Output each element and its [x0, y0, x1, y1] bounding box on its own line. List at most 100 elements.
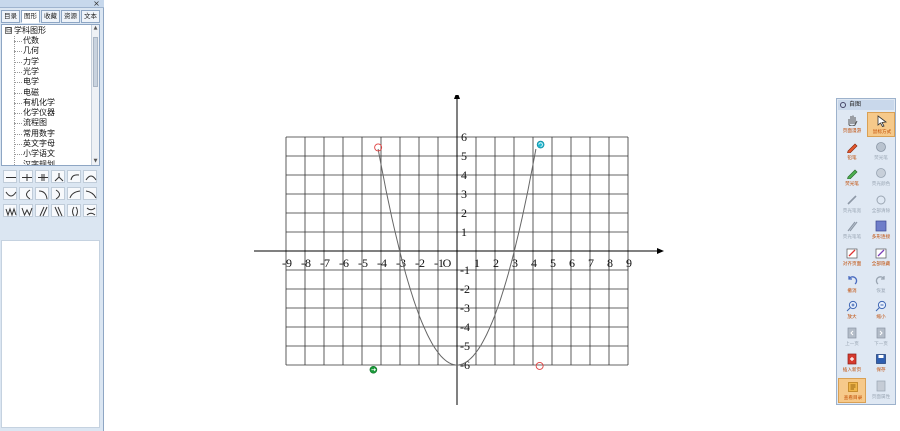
- scroll-down-icon[interactable]: ▼: [92, 158, 99, 165]
- toolbar-button-label: 多形连接: [871, 234, 891, 240]
- symbol-button[interactable]: [19, 170, 33, 183]
- toolbar-button-insert-page[interactable]: 插入新页: [838, 351, 866, 376]
- toolbar-button-cursor[interactable]: 鼠标方式: [867, 112, 895, 137]
- tree-item[interactable]: 几何: [23, 46, 39, 56]
- tab-2[interactable]: 收藏: [41, 10, 60, 23]
- tree-branch-line: [14, 133, 22, 135]
- w-shape-icon: [21, 207, 33, 217]
- symbol-button[interactable]: [35, 187, 49, 200]
- toolbar-button-palette[interactable]: 荧光颜色: [867, 165, 895, 190]
- toolbar-button-pen-width[interactable]: 荧光笔宽: [838, 192, 866, 217]
- toolbar-button-pencil[interactable]: 铅笔: [838, 139, 866, 164]
- tree-item[interactable]: 英文字母: [23, 139, 55, 149]
- symbol-button[interactable]: [67, 204, 81, 217]
- tree-item[interactable]: 有机化学: [23, 98, 55, 108]
- symbol-button[interactable]: [35, 170, 49, 183]
- y-tick-label: -4: [460, 320, 470, 334]
- toolbar-button-label: 放大: [847, 314, 857, 320]
- hide-icon: [875, 248, 887, 259]
- align-icon: [846, 248, 858, 259]
- symbol-button[interactable]: [3, 204, 17, 217]
- x-tick-label: -7: [320, 256, 330, 270]
- cross-tick-icon: [22, 174, 32, 181]
- toolbar-button-hand[interactable]: 页面漫游: [838, 112, 866, 137]
- symbol-button[interactable]: [3, 170, 17, 183]
- dash-line-icon: [6, 177, 16, 178]
- symbol-button[interactable]: [19, 187, 33, 200]
- toolbar-button-label: 对齐页面: [842, 261, 862, 266]
- symbol-button[interactable]: [35, 204, 49, 217]
- toolbar-button-zoom-out[interactable]: 缩小: [867, 298, 895, 323]
- tree-item[interactable]: 小学语文: [23, 149, 55, 159]
- toolbar-button-prev-page[interactable]: 上一页: [838, 325, 866, 350]
- close-icon[interactable]: ×: [92, 0, 101, 8]
- tab-4[interactable]: 文本: [81, 10, 100, 23]
- symbol-button[interactable]: [83, 204, 97, 217]
- toolbar-button-undo[interactable]: 撤消: [838, 272, 866, 297]
- rotate-handle-icon: [536, 140, 545, 149]
- tree-item[interactable]: 力学: [23, 57, 39, 67]
- y-tick-label: 5: [461, 149, 467, 163]
- tree-scrollbar[interactable]: ▲ ▼: [91, 25, 99, 165]
- tree-item[interactable]: 光学: [23, 67, 39, 77]
- y-axis-arrow: [454, 95, 460, 99]
- toolbar-button-label: 缩小: [876, 314, 886, 320]
- tree-branch-line: [14, 92, 22, 94]
- symbol-button[interactable]: [83, 187, 97, 200]
- symbol-button[interactable]: [83, 170, 97, 183]
- zoom-out-icon: [875, 301, 887, 312]
- left-panel-empty-area: [1, 240, 100, 428]
- scroll-up-icon[interactable]: ▲: [92, 25, 99, 32]
- toolbar-button-page-props[interactable]: 页面属性: [867, 378, 895, 403]
- toolbar-button-brush[interactable]: 荧光笔笔: [838, 218, 866, 243]
- toolbar-button-hide[interactable]: 全部隐藏: [867, 245, 895, 270]
- tab-3[interactable]: 资源: [61, 10, 80, 23]
- toolbar-button-label: 下一页: [874, 340, 888, 346]
- tree-item[interactable]: 常用数字: [23, 129, 55, 139]
- symbol-button[interactable]: [3, 187, 17, 200]
- tab-1[interactable]: 图形: [21, 10, 40, 23]
- toolbar-button-redo[interactable]: 恢复: [867, 272, 895, 297]
- toolbar-button-align[interactable]: 对齐页面: [838, 245, 866, 270]
- coordinate-graph[interactable]: -9 -8 -7 -6 -5 -4 -3 -2 -1 1 2 3 4 5 6 7 8 9123456-1-2-3-…: [250, 95, 670, 405]
- toolbar-button-save[interactable]: 保存: [867, 351, 895, 376]
- tree-item[interactable]: 代数: [23, 36, 39, 46]
- toolbar-button-connect[interactable]: 多形连接: [867, 218, 895, 243]
- tree-branch-line: [14, 164, 22, 165]
- x-tick-label: -2: [415, 256, 425, 270]
- symbol-button[interactable]: [51, 170, 65, 183]
- collapse-icon[interactable]: ⊟: [5, 27, 12, 35]
- toolbar-button-zoom-in[interactable]: 放大: [838, 298, 866, 323]
- x-tick-label: 5: [550, 256, 556, 270]
- toolbar-button-catalog[interactable]: 查看目录: [838, 378, 866, 403]
- category-tree[interactable]: ⊟ 学科图形 代数 几何 力学 光学 电学 电磁 有机化学 化学仪器 流程图 常用数字 英文字母 小学语…: [1, 24, 100, 166]
- symbol-button[interactable]: [67, 187, 81, 200]
- toolbar-button-label: 撤消: [847, 287, 857, 293]
- tree-item[interactable]: 化学仪器: [23, 108, 55, 118]
- tree-item[interactable]: 电学: [23, 77, 39, 87]
- tree-item[interactable]: 汉字规划: [23, 160, 55, 165]
- symbol-button[interactable]: [19, 204, 33, 217]
- toolbar-button-next-page[interactable]: 下一页: [867, 325, 895, 350]
- tree-item[interactable]: 电磁: [23, 88, 39, 98]
- symbol-button[interactable]: [67, 170, 81, 183]
- toolbar-button-label: 荧光笔: [874, 154, 888, 160]
- tree-item[interactable]: 流程图: [23, 118, 47, 128]
- catalog-icon: [848, 382, 858, 392]
- double-slash-icon: [39, 206, 48, 217]
- toolbar-button-highlighter[interactable]: 荧光笔: [867, 139, 895, 164]
- x-axis-arrow: [657, 248, 664, 254]
- symbol-button[interactable]: [51, 204, 65, 217]
- x-tick-label: 1: [474, 256, 480, 270]
- toolbar-button-green-pen[interactable]: 荧光笔: [838, 165, 866, 190]
- symbol-button[interactable]: [51, 187, 65, 200]
- tab-0[interactable]: 目录: [1, 10, 20, 23]
- tree-root[interactable]: ⊟ 学科图形: [5, 26, 46, 36]
- toolbar-button-clear[interactable]: 全部清除: [867, 192, 895, 217]
- left-panel-titlebar: ×: [0, 0, 104, 8]
- y-tick-label: -5: [460, 339, 470, 353]
- zoom-in-icon: [846, 301, 858, 312]
- x-tick-label: -6: [339, 256, 349, 270]
- tree-branch-line: [14, 123, 22, 125]
- scroll-thumb[interactable]: [93, 37, 98, 87]
